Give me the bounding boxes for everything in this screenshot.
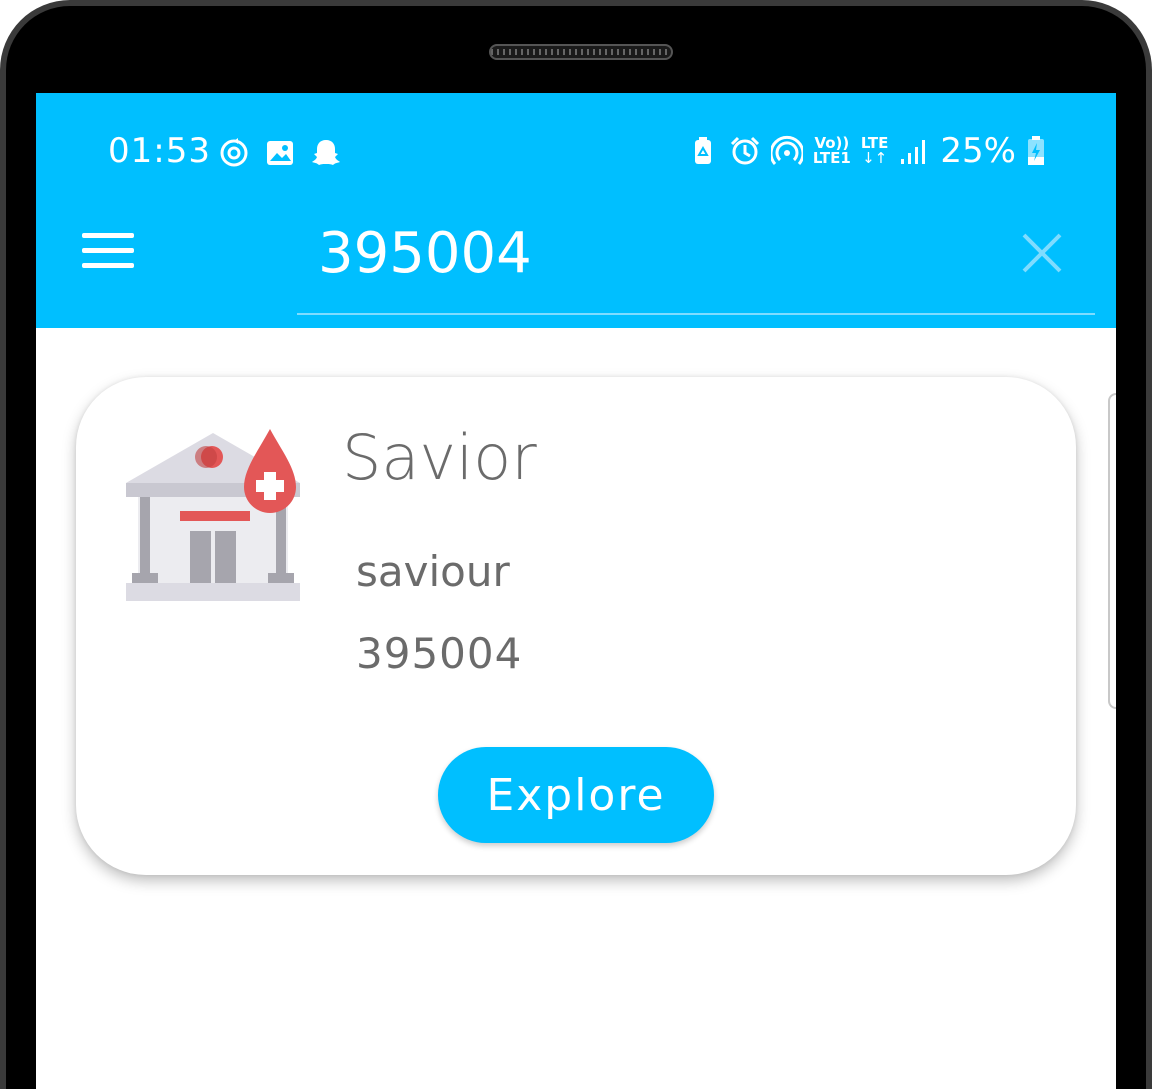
blood-bank-icon <box>126 429 300 601</box>
hamburger-menu-icon[interactable] <box>82 233 134 273</box>
status-right-icons: Vo)) LTE1 LTE ↓↑ 25% <box>687 131 1046 171</box>
result-title: Savior <box>342 421 537 494</box>
explore-button[interactable]: Explore <box>438 747 714 843</box>
result-code: 395004 <box>356 629 523 678</box>
result-subtitle: saviour <box>356 547 510 596</box>
battery-saver-icon <box>694 137 711 164</box>
close-icon[interactable] <box>1020 231 1064 275</box>
next-card-edge <box>1108 393 1116 709</box>
speaker-grille <box>489 44 673 60</box>
status-time: 01:53 <box>108 131 211 171</box>
battery-charging-icon <box>1028 136 1044 165</box>
gallery-icon <box>267 141 293 165</box>
hotspot-icon <box>770 135 803 165</box>
result-card: Savior saviour 395004 Explore <box>76 377 1076 875</box>
app-bar: 01:53 Vo)) LTE1 LTE ↓↑ 25% <box>36 93 1116 328</box>
status-left-icons <box>218 137 342 169</box>
snapchat-icon <box>312 140 340 165</box>
search-input[interactable] <box>318 221 968 286</box>
alarm-icon <box>730 136 759 165</box>
app-screen: 01:53 Vo)) LTE1 LTE ↓↑ 25% 395004 Savior… <box>36 93 1116 1089</box>
battery-percent: 25% <box>940 131 1016 171</box>
search-underline <box>297 313 1095 315</box>
volte-label-bottom: LTE1 <box>812 149 851 167</box>
signal-icon <box>901 140 926 164</box>
volte-icon: Vo)) LTE1 <box>813 136 851 166</box>
sync-icon <box>220 138 248 167</box>
lte-icon: LTE ↓↑ <box>860 134 889 167</box>
